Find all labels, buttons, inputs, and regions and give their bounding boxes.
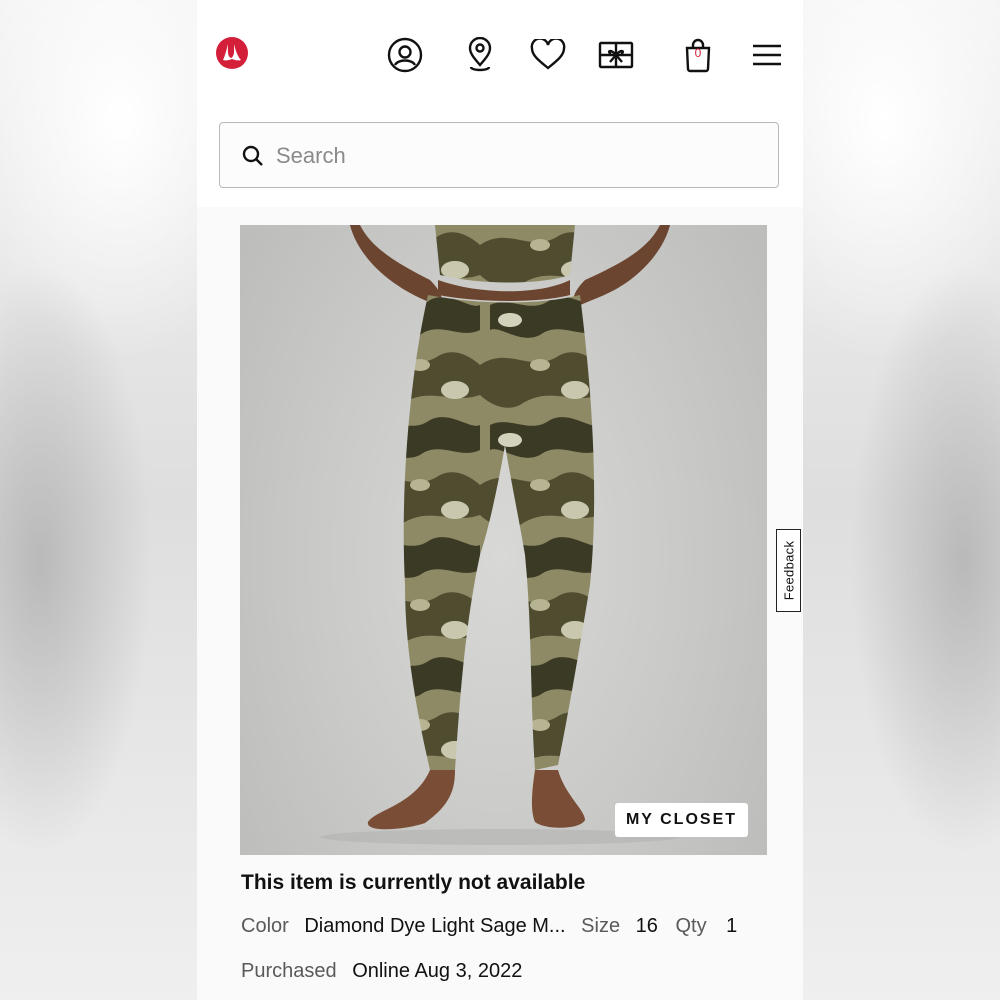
availability-status: This item is currently not available: [241, 871, 586, 894]
menu-hamburger-icon[interactable]: [748, 36, 786, 74]
left-background: [0, 0, 197, 1000]
color-label: Color: [241, 915, 289, 937]
qty-value: 1: [726, 915, 738, 937]
feedback-label: Feedback: [781, 540, 796, 601]
size-value: 16: [635, 915, 658, 937]
wishlist-heart-icon[interactable]: [529, 36, 567, 74]
qty-label: Qty: [675, 915, 707, 937]
color-value: Diamond Dye Light Sage M...: [304, 915, 566, 937]
site-header: 0: [197, 0, 803, 207]
search-input[interactable]: [274, 135, 758, 177]
purchase-info-row: Purchased Online Aug 3, 2022: [241, 960, 522, 983]
account-icon[interactable]: [386, 36, 424, 74]
purchased-value: Online Aug 3, 2022: [352, 960, 523, 982]
bag-count: 0: [694, 46, 702, 60]
size-label: Size: [581, 915, 621, 937]
shopping-bag-icon[interactable]: 0: [679, 36, 717, 74]
right-background: [803, 0, 1000, 1000]
app-screen: 0 Search MY CLOSET Feedback This item is…: [197, 0, 803, 1000]
gift-card-icon[interactable]: [597, 36, 635, 74]
my-closet-badge[interactable]: MY CLOSET: [615, 803, 748, 837]
purchased-label: Purchased: [241, 960, 337, 982]
product-image[interactable]: [240, 225, 767, 855]
search-icon: [242, 145, 263, 166]
store-locator-icon[interactable]: [461, 36, 499, 74]
product-details-row: Color Diamond Dye Light Sage M... Size 1…: [241, 915, 737, 938]
feedback-tab[interactable]: Feedback: [776, 529, 801, 612]
lululemon-logo[interactable]: [215, 36, 249, 70]
search-box[interactable]: [219, 122, 779, 188]
